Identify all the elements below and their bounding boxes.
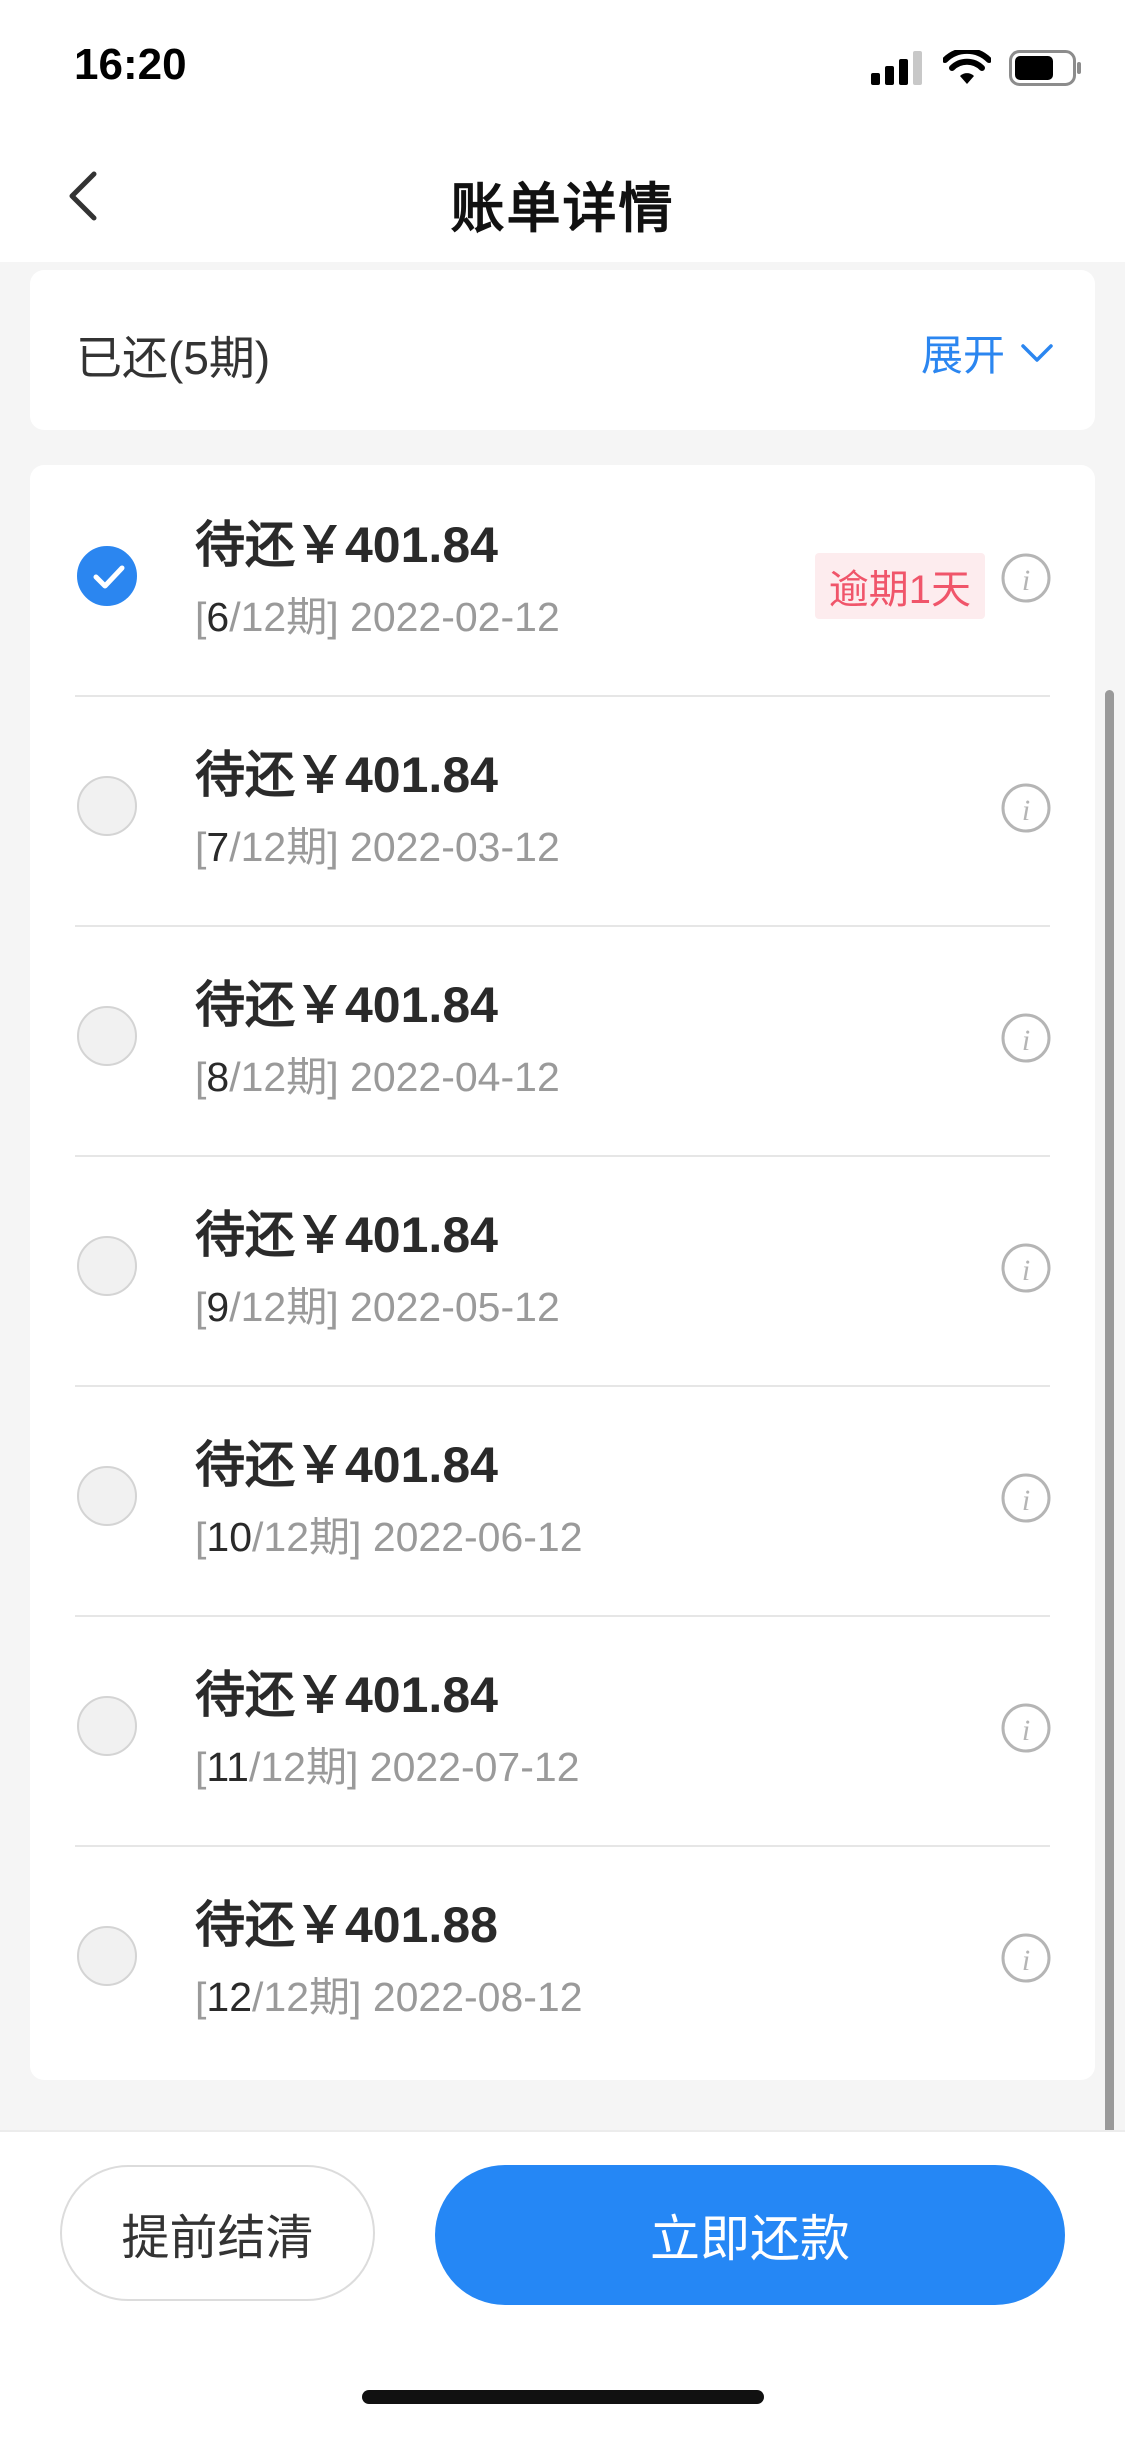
- period-info: [11/12期] 2022-07-12: [195, 1744, 580, 1790]
- period-number: 9: [206, 1284, 230, 1330]
- wifi-icon: [943, 50, 991, 84]
- svg-text:i: i: [1022, 1484, 1030, 1517]
- installment-list: 待还￥401.84 [6/12期] 2022-02-12 逾期1天 i 待还￥4…: [30, 465, 1095, 2080]
- scrollbar[interactable]: [1105, 690, 1114, 2330]
- chevron-down-icon: [1021, 343, 1053, 362]
- repay-now-button[interactable]: 立即还款: [435, 2165, 1065, 2305]
- installment-row[interactable]: 待还￥401.84 [7/12期] 2022-03-12 i: [75, 695, 1052, 927]
- period-total: /12期]: [229, 1054, 339, 1100]
- installment-checkbox[interactable]: [77, 1466, 137, 1526]
- paid-section: 已还(5期) 展开: [30, 270, 1095, 430]
- period-total: /12期]: [229, 824, 339, 870]
- amount-due: 待还￥401.84: [195, 747, 498, 803]
- due-date: 2022-06-12: [372, 1514, 583, 1560]
- period-total: /12期]: [248, 1744, 359, 1790]
- period-number: 6: [206, 594, 230, 640]
- period-info: [7/12期] 2022-03-12: [195, 824, 560, 870]
- due-date: 2022-08-12: [372, 1974, 583, 2020]
- period-info: [12/12期] 2022-08-12: [195, 1974, 583, 2020]
- info-icon[interactable]: i: [1000, 1932, 1052, 1984]
- info-icon[interactable]: i: [1000, 1472, 1052, 1524]
- period-total: /12期]: [229, 1284, 339, 1330]
- page-title: 账单详情: [450, 179, 675, 239]
- due-date: 2022-04-12: [350, 1054, 560, 1100]
- installment-checkbox[interactable]: [77, 776, 137, 836]
- installment-checkbox[interactable]: [77, 1926, 137, 1986]
- installment-row[interactable]: 待还￥401.88 [12/12期] 2022-08-12 i: [75, 1845, 1052, 2075]
- period-total: /12期]: [229, 594, 339, 640]
- period-total: /12期]: [252, 1514, 362, 1560]
- info-icon[interactable]: i: [1000, 1242, 1052, 1294]
- period-number: 7: [206, 824, 230, 870]
- period-info: [9/12期] 2022-05-12: [195, 1284, 560, 1330]
- status-time: 16:20: [74, 40, 187, 89]
- period-info: [6/12期] 2022-02-12: [195, 594, 560, 640]
- installment-checkbox[interactable]: [77, 546, 137, 606]
- amount-due: 待还￥401.84: [195, 1437, 498, 1493]
- info-icon[interactable]: i: [1000, 1012, 1052, 1064]
- checkmark-icon: [93, 565, 125, 589]
- svg-text:i: i: [1022, 794, 1030, 827]
- amount-due: 待还￥401.84: [195, 1207, 498, 1263]
- due-date: 2022-02-12: [350, 594, 560, 640]
- period-number: 10: [206, 1514, 253, 1560]
- info-icon[interactable]: i: [1000, 552, 1052, 604]
- amount-due: 待还￥401.84: [195, 1667, 498, 1723]
- svg-text:i: i: [1022, 564, 1030, 597]
- info-icon[interactable]: i: [1000, 1702, 1052, 1754]
- amount-due: 待还￥401.88: [195, 1897, 498, 1953]
- early-settle-button[interactable]: 提前结清: [60, 2165, 375, 2301]
- period-number: 8: [206, 1054, 230, 1100]
- installment-row[interactable]: 待还￥401.84 [6/12期] 2022-02-12 逾期1天 i: [75, 465, 1052, 697]
- period-info: [8/12期] 2022-04-12: [195, 1054, 560, 1100]
- svg-text:i: i: [1022, 1254, 1030, 1287]
- battery-icon: [1009, 50, 1081, 86]
- svg-text:i: i: [1022, 1944, 1030, 1977]
- status-bar: 16:20: [0, 0, 1125, 130]
- svg-text:i: i: [1022, 1024, 1030, 1057]
- period-number: 12: [206, 1974, 253, 2020]
- installment-row[interactable]: 待还￥401.84 [10/12期] 2022-06-12 i: [75, 1385, 1052, 1617]
- svg-text:i: i: [1022, 1714, 1030, 1747]
- overdue-badge: 逾期1天: [814, 553, 985, 619]
- period-number: 11: [206, 1744, 249, 1790]
- installment-checkbox[interactable]: [77, 1696, 137, 1756]
- period-total: /12期]: [252, 1974, 362, 2020]
- signal-icon: [871, 51, 922, 85]
- due-date: 2022-03-12: [350, 824, 560, 870]
- installment-row[interactable]: 待还￥401.84 [8/12期] 2022-04-12 i: [75, 925, 1052, 1157]
- installment-checkbox[interactable]: [77, 1236, 137, 1296]
- due-date: 2022-07-12: [369, 1744, 580, 1790]
- amount-due: 待还￥401.84: [195, 977, 498, 1033]
- installment-row[interactable]: 待还￥401.84 [9/12期] 2022-05-12 i: [75, 1155, 1052, 1387]
- amount-due: 待还￥401.84: [195, 517, 498, 573]
- installment-checkbox[interactable]: [77, 1006, 137, 1066]
- status-icons: [871, 48, 1083, 88]
- info-icon[interactable]: i: [1000, 782, 1052, 834]
- expand-label: 展开: [920, 332, 1005, 379]
- nav-bar: 账单详情: [0, 130, 1125, 262]
- installment-row[interactable]: 待还￥401.84 [11/12期] 2022-07-12 i: [75, 1615, 1052, 1847]
- expand-button[interactable]: 展开: [921, 322, 1055, 383]
- home-indicator[interactable]: [362, 2390, 764, 2404]
- due-date: 2022-05-12: [350, 1284, 560, 1330]
- paid-periods-label: 已还(5期): [76, 332, 271, 384]
- period-info: [10/12期] 2022-06-12: [195, 1514, 583, 1560]
